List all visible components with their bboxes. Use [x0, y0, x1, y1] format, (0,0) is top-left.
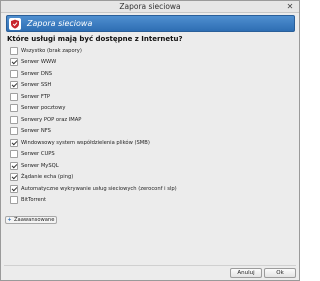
divider: [4, 265, 296, 266]
service-label: Serwer MySQL: [21, 162, 59, 169]
service-row[interactable]: Żądanie echa (ping): [10, 172, 290, 184]
service-label: Żądanie echa (ping): [21, 174, 74, 181]
service-row[interactable]: Wszystko (brak zapory): [10, 45, 290, 57]
service-checkbox[interactable]: [10, 104, 18, 113]
service-checkbox[interactable]: [10, 69, 18, 78]
service-checkbox[interactable]: [10, 161, 18, 170]
expand-icon: +: [7, 216, 12, 223]
service-label: Windowsowy system współdzielenia plików …: [21, 139, 150, 146]
banner-title: Zapora sieciowa: [27, 19, 93, 28]
service-row[interactable]: BitTorrent: [10, 195, 290, 207]
service-row[interactable]: Windowsowy system współdzielenia plików …: [10, 137, 290, 149]
service-label: Serwery POP oraz IMAP: [21, 116, 82, 123]
service-checkbox[interactable]: [10, 184, 18, 193]
service-row[interactable]: Serwery POP oraz IMAP: [10, 114, 290, 126]
shield-icon: [9, 18, 21, 30]
service-checkbox[interactable]: [10, 127, 18, 136]
service-label: Wszystko (brak zapory): [21, 47, 82, 54]
service-row[interactable]: Automatyczne wykrywanie usług sieciowych…: [10, 183, 290, 195]
service-row[interactable]: Serwer CUPS: [10, 149, 290, 161]
service-checkbox[interactable]: [10, 115, 18, 124]
service-checkbox[interactable]: [10, 58, 18, 67]
firewall-window: Zapora sieciowa ✕ Zapora sieciowa Które …: [0, 0, 300, 281]
service-row[interactable]: Serwer SSH: [10, 80, 290, 92]
service-row[interactable]: Serwer FTP: [10, 91, 290, 103]
service-label: Serwer DNS: [21, 70, 53, 77]
service-checkbox[interactable]: [10, 150, 18, 159]
service-row[interactable]: Serwer MySQL: [10, 160, 290, 172]
service-row[interactable]: Serwer NFS: [10, 126, 290, 138]
title-bar[interactable]: Zapora sieciowa ✕: [1, 1, 299, 13]
ok-button[interactable]: Ok: [264, 268, 296, 278]
services-list: Wszystko (brak zapory) Serwer WWW Serwer D…: [10, 45, 290, 206]
services-question: Które usługi mają być dostępne z Interne…: [7, 35, 183, 43]
service-checkbox[interactable]: [10, 92, 18, 101]
service-row[interactable]: Serwer pocztowy: [10, 103, 290, 115]
cancel-button[interactable]: Anuluj: [230, 268, 262, 278]
service-label: Serwer SSH: [21, 82, 52, 89]
service-label: BitTorrent: [21, 197, 47, 204]
service-label: Automatyczne wykrywanie usług sieciowych…: [21, 185, 177, 192]
service-label: Serwer CUPS: [21, 151, 55, 158]
service-checkbox[interactable]: [10, 81, 18, 90]
service-checkbox[interactable]: [10, 46, 18, 55]
service-row[interactable]: Serwer WWW: [10, 57, 290, 69]
service-checkbox[interactable]: [10, 173, 18, 182]
service-label: Serwer WWW: [21, 59, 57, 66]
service-row[interactable]: Serwer DNS: [10, 68, 290, 80]
service-label: Serwer pocztowy: [21, 105, 66, 112]
header-banner: Zapora sieciowa: [6, 15, 295, 32]
window-title: Zapora sieciowa: [119, 2, 181, 11]
service-label: Serwer FTP: [21, 93, 51, 100]
service-checkbox[interactable]: [10, 138, 18, 147]
service-checkbox[interactable]: [10, 196, 18, 205]
close-icon[interactable]: ✕: [285, 2, 295, 12]
advanced-button[interactable]: + Zaawansowane: [5, 216, 58, 224]
advanced-label: Zaawansowane: [14, 217, 55, 223]
service-label: Serwer NFS: [21, 128, 51, 135]
